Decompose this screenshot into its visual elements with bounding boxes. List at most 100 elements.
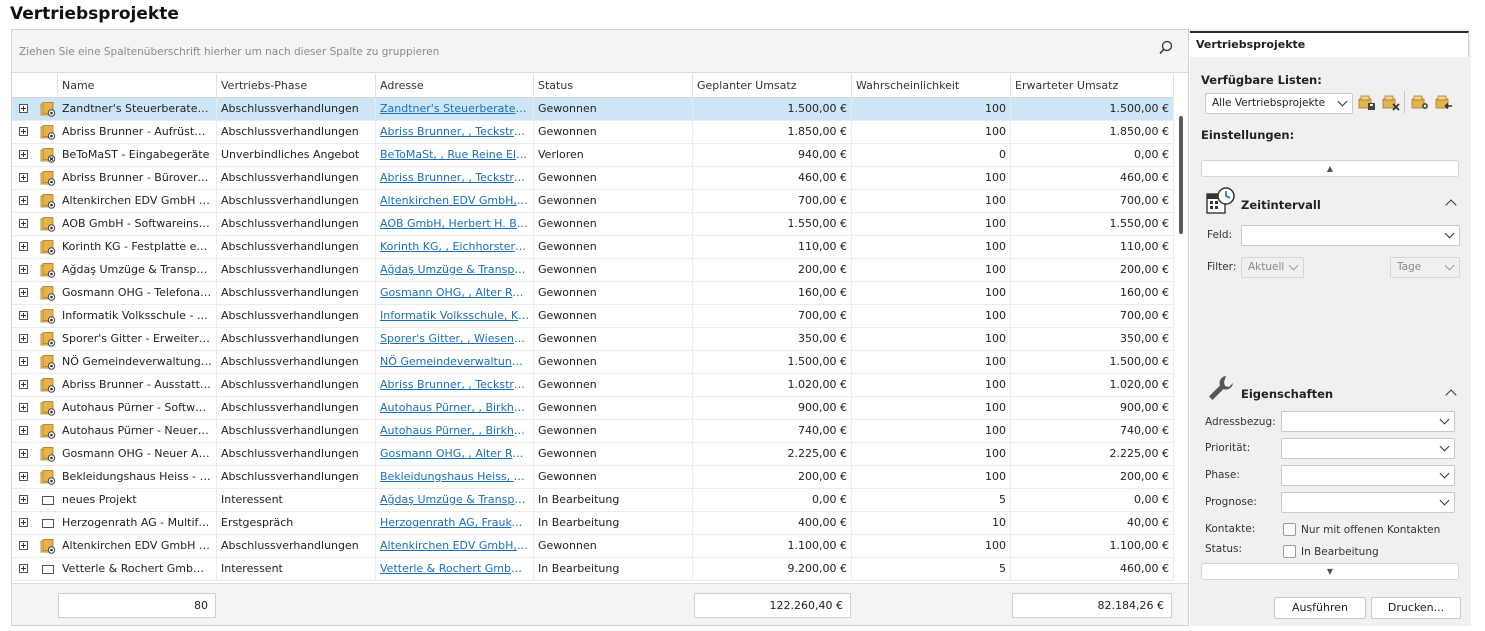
cell-address-link[interactable]: Bekleidungshaus Heiss, Anto... [376, 466, 534, 489]
table-row[interactable]: Herzogenrath AG - Multifunkt... Erstgespr… [12, 512, 1174, 535]
table-row[interactable]: NÖ Gemeindeverwaltungssch...Abschlussver… [12, 351, 1174, 374]
expand-row-icon[interactable] [19, 495, 28, 504]
list-select[interactable]: Alle Vertriebsprojekte [1205, 93, 1353, 114]
cell-address-link[interactable]: Autohaus Pürner, , Birkhahn... [376, 420, 534, 443]
cell-address-link[interactable]: Zandtner's Steuerberater, Lé... [376, 98, 534, 121]
cell-address-link[interactable]: BeToMaSt, , Rue Reine Elisa... [376, 144, 534, 167]
table-row[interactable]: Altenkirchen EDV GmbH - Sof... Abschlussv… [12, 535, 1174, 558]
header-probability[interactable]: Wahrscheinlichkeit [852, 74, 1011, 98]
expand-row-icon[interactable] [19, 334, 28, 343]
cell-address-link[interactable]: Informatik Volksschule, Karl F... [376, 305, 534, 328]
table-row[interactable]: neues Projekt Interessent Ağdaş Umzüge & T… [12, 489, 1174, 512]
cell-address-link[interactable]: NÖ Gemeindeverwaltungssch... [376, 351, 534, 374]
in-progress-checkbox[interactable] [1283, 545, 1296, 558]
open-contacts-checkbox[interactable] [1283, 523, 1296, 536]
table-row[interactable]: Gosmann OHG - Neuer Arbeit...Abschlussve… [12, 443, 1174, 466]
unit-select[interactable]: Tage [1390, 257, 1460, 278]
cell-address-link[interactable]: Autohaus Pürner, , Birkhahn... [376, 397, 534, 420]
scroll-down-button[interactable]: ▼ [1201, 563, 1459, 580]
grid-rows: Zandtner's Steuerberater - D... Abschluss… [12, 98, 1174, 581]
header-planned-revenue[interactable]: Geplanter Umsatz [693, 74, 852, 98]
header-phase[interactable]: Vertriebs-Phase [217, 74, 376, 98]
expand-row-icon[interactable] [19, 127, 28, 136]
delete-list-icon[interactable] [1382, 93, 1400, 111]
table-row[interactable]: Informatik Volksschule - Neue...Abschlus… [12, 305, 1174, 328]
table-row[interactable]: Zandtner's Steuerberater - D... Abschluss… [12, 98, 1174, 121]
table-row[interactable]: AOB GmbH - Softwareinstalla... Abschlussv… [12, 213, 1174, 236]
run-button[interactable]: Ausführen [1274, 597, 1366, 619]
cell-address-link[interactable]: Abriss Brunner, , Teckstraße... [376, 167, 534, 190]
save-list-icon[interactable] [1358, 93, 1376, 111]
collapse-time-interval-icon[interactable] [1445, 199, 1457, 211]
cell-address-link[interactable]: Vetterle & Rochert GmbH, W... [376, 558, 534, 581]
expand-row-icon[interactable] [19, 472, 28, 481]
table-row[interactable]: Altenkirchen EDV GmbH - Mo... Abschlussve… [12, 190, 1174, 213]
chevron-down-icon [1439, 441, 1450, 452]
search-icon[interactable] [1157, 39, 1175, 57]
table-row[interactable]: BeToMaST - Eingabegeräte Unverbindliches … [12, 144, 1174, 167]
collapse-properties-icon[interactable] [1445, 389, 1457, 401]
expand-row-icon[interactable] [19, 426, 28, 435]
forecast-select[interactable] [1281, 492, 1455, 513]
cell-address-link[interactable]: Abriss Brunner, , Teckstraße... [376, 121, 534, 144]
table-row[interactable]: Abriss Brunner - Aufrüstung ... Abschluss… [12, 121, 1174, 144]
header-status[interactable]: Status [534, 74, 693, 98]
expand-row-icon[interactable] [19, 242, 28, 251]
priority-select[interactable] [1281, 438, 1455, 459]
filter-select[interactable]: Aktuell [1241, 257, 1304, 278]
expand-row-icon[interactable] [19, 403, 28, 412]
table-row[interactable]: Korinth KG - Festplatte extern Abschlussv… [12, 236, 1174, 259]
table-row[interactable]: Vetterle & Rochert GmbH - O... Interessen… [12, 558, 1174, 581]
scrollbar-thumb[interactable] [1179, 116, 1183, 234]
expand-row-icon[interactable] [19, 357, 28, 366]
header-address[interactable]: Adresse [376, 74, 534, 98]
address-ref-select[interactable] [1281, 411, 1455, 432]
header-name[interactable]: Name [58, 74, 217, 98]
cell-address-link[interactable]: Korinth KG, , Eichhorster We... [376, 236, 534, 259]
cell-address-link[interactable]: Gosmann OHG, , Alter Ratha... [376, 282, 534, 305]
group-by-panel[interactable]: Ziehen Sie eine Spaltenüberschrift hierh… [12, 30, 1188, 73]
cell-address-link[interactable]: Gosmann OHG, , Alter Ratha... [376, 443, 534, 466]
table-row[interactable]: Autohaus Pürner - Software ... Abschlussv… [12, 397, 1174, 420]
expand-row-icon[interactable] [19, 449, 28, 458]
cell-address-link[interactable]: Ağdaş Umzüge & Transporte,... [376, 489, 534, 512]
expand-row-icon[interactable] [19, 173, 28, 182]
cell-phase: Abschlussverhandlungen [217, 443, 376, 466]
table-row[interactable]: Ağdaş Umzüge & Transporte ... Abschlussve… [12, 259, 1174, 282]
expand-row-icon[interactable] [19, 564, 28, 573]
print-button[interactable]: Drucken... [1371, 597, 1461, 619]
cell-address-link[interactable]: Altenkirchen EDV GmbH, Karl ... [376, 190, 534, 213]
phase-select[interactable] [1281, 465, 1455, 486]
table-row[interactable]: Autohaus Pürner - Neuer Client Abschlussv… [12, 420, 1174, 443]
side-panel-tab[interactable]: Vertriebsprojekte [1190, 31, 1469, 57]
expand-row-icon[interactable] [19, 380, 28, 389]
table-row[interactable]: Bekleidungshaus Heiss - Tablet Abschlussv… [12, 466, 1174, 489]
cell-address-link[interactable]: Ağdaş Umzüge & Transporte,... [376, 259, 534, 282]
cell-address-link[interactable]: Abriss Brunner, , Teckstraße... [376, 374, 534, 397]
cell-address-link[interactable]: Sporer's Gitter, , Wiesengru... [376, 328, 534, 351]
expand-row-icon[interactable] [19, 265, 28, 274]
header-expected-revenue[interactable]: Erwarteter Umsatz [1011, 74, 1174, 98]
cell-address-link[interactable]: AOB GmbH, Herbert H. Blauh... [376, 213, 534, 236]
cell-expected-revenue: 1.100,00 € [1011, 535, 1174, 558]
expand-row-icon[interactable] [19, 196, 28, 205]
cell-address-link[interactable]: Altenkirchen EDV GmbH, Karl ... [376, 535, 534, 558]
expand-row-icon[interactable] [19, 288, 28, 297]
expand-row-icon[interactable] [19, 311, 28, 320]
expand-row-icon[interactable] [19, 150, 28, 159]
table-row[interactable]: Abriss Brunner - Bürovergröß... Abschluss… [12, 167, 1174, 190]
table-row[interactable]: Sporer's Gitter - Erweiterung ... Abschlu… [12, 328, 1174, 351]
cell-address-link[interactable]: Herzogenrath AG, Frauke Sc... [376, 512, 534, 535]
expand-row-icon[interactable] [19, 219, 28, 228]
field-select[interactable] [1241, 225, 1460, 246]
table-row[interactable]: Abriss Brunner - Ausstattung... Abschluss… [12, 374, 1174, 397]
scroll-up-button[interactable]: ▲ [1201, 160, 1459, 177]
field-label: Feld: [1207, 229, 1233, 241]
vertical-scrollbar[interactable] [1175, 98, 1188, 581]
import-list-icon[interactable] [1435, 93, 1453, 111]
table-row[interactable]: Gosmann OHG - Telefonanlag...Abschlussve… [12, 282, 1174, 305]
list-settings-icon[interactable] [1411, 93, 1429, 111]
expand-row-icon[interactable] [19, 541, 28, 550]
expand-row-icon[interactable] [19, 104, 28, 113]
expand-row-icon[interactable] [19, 518, 28, 527]
